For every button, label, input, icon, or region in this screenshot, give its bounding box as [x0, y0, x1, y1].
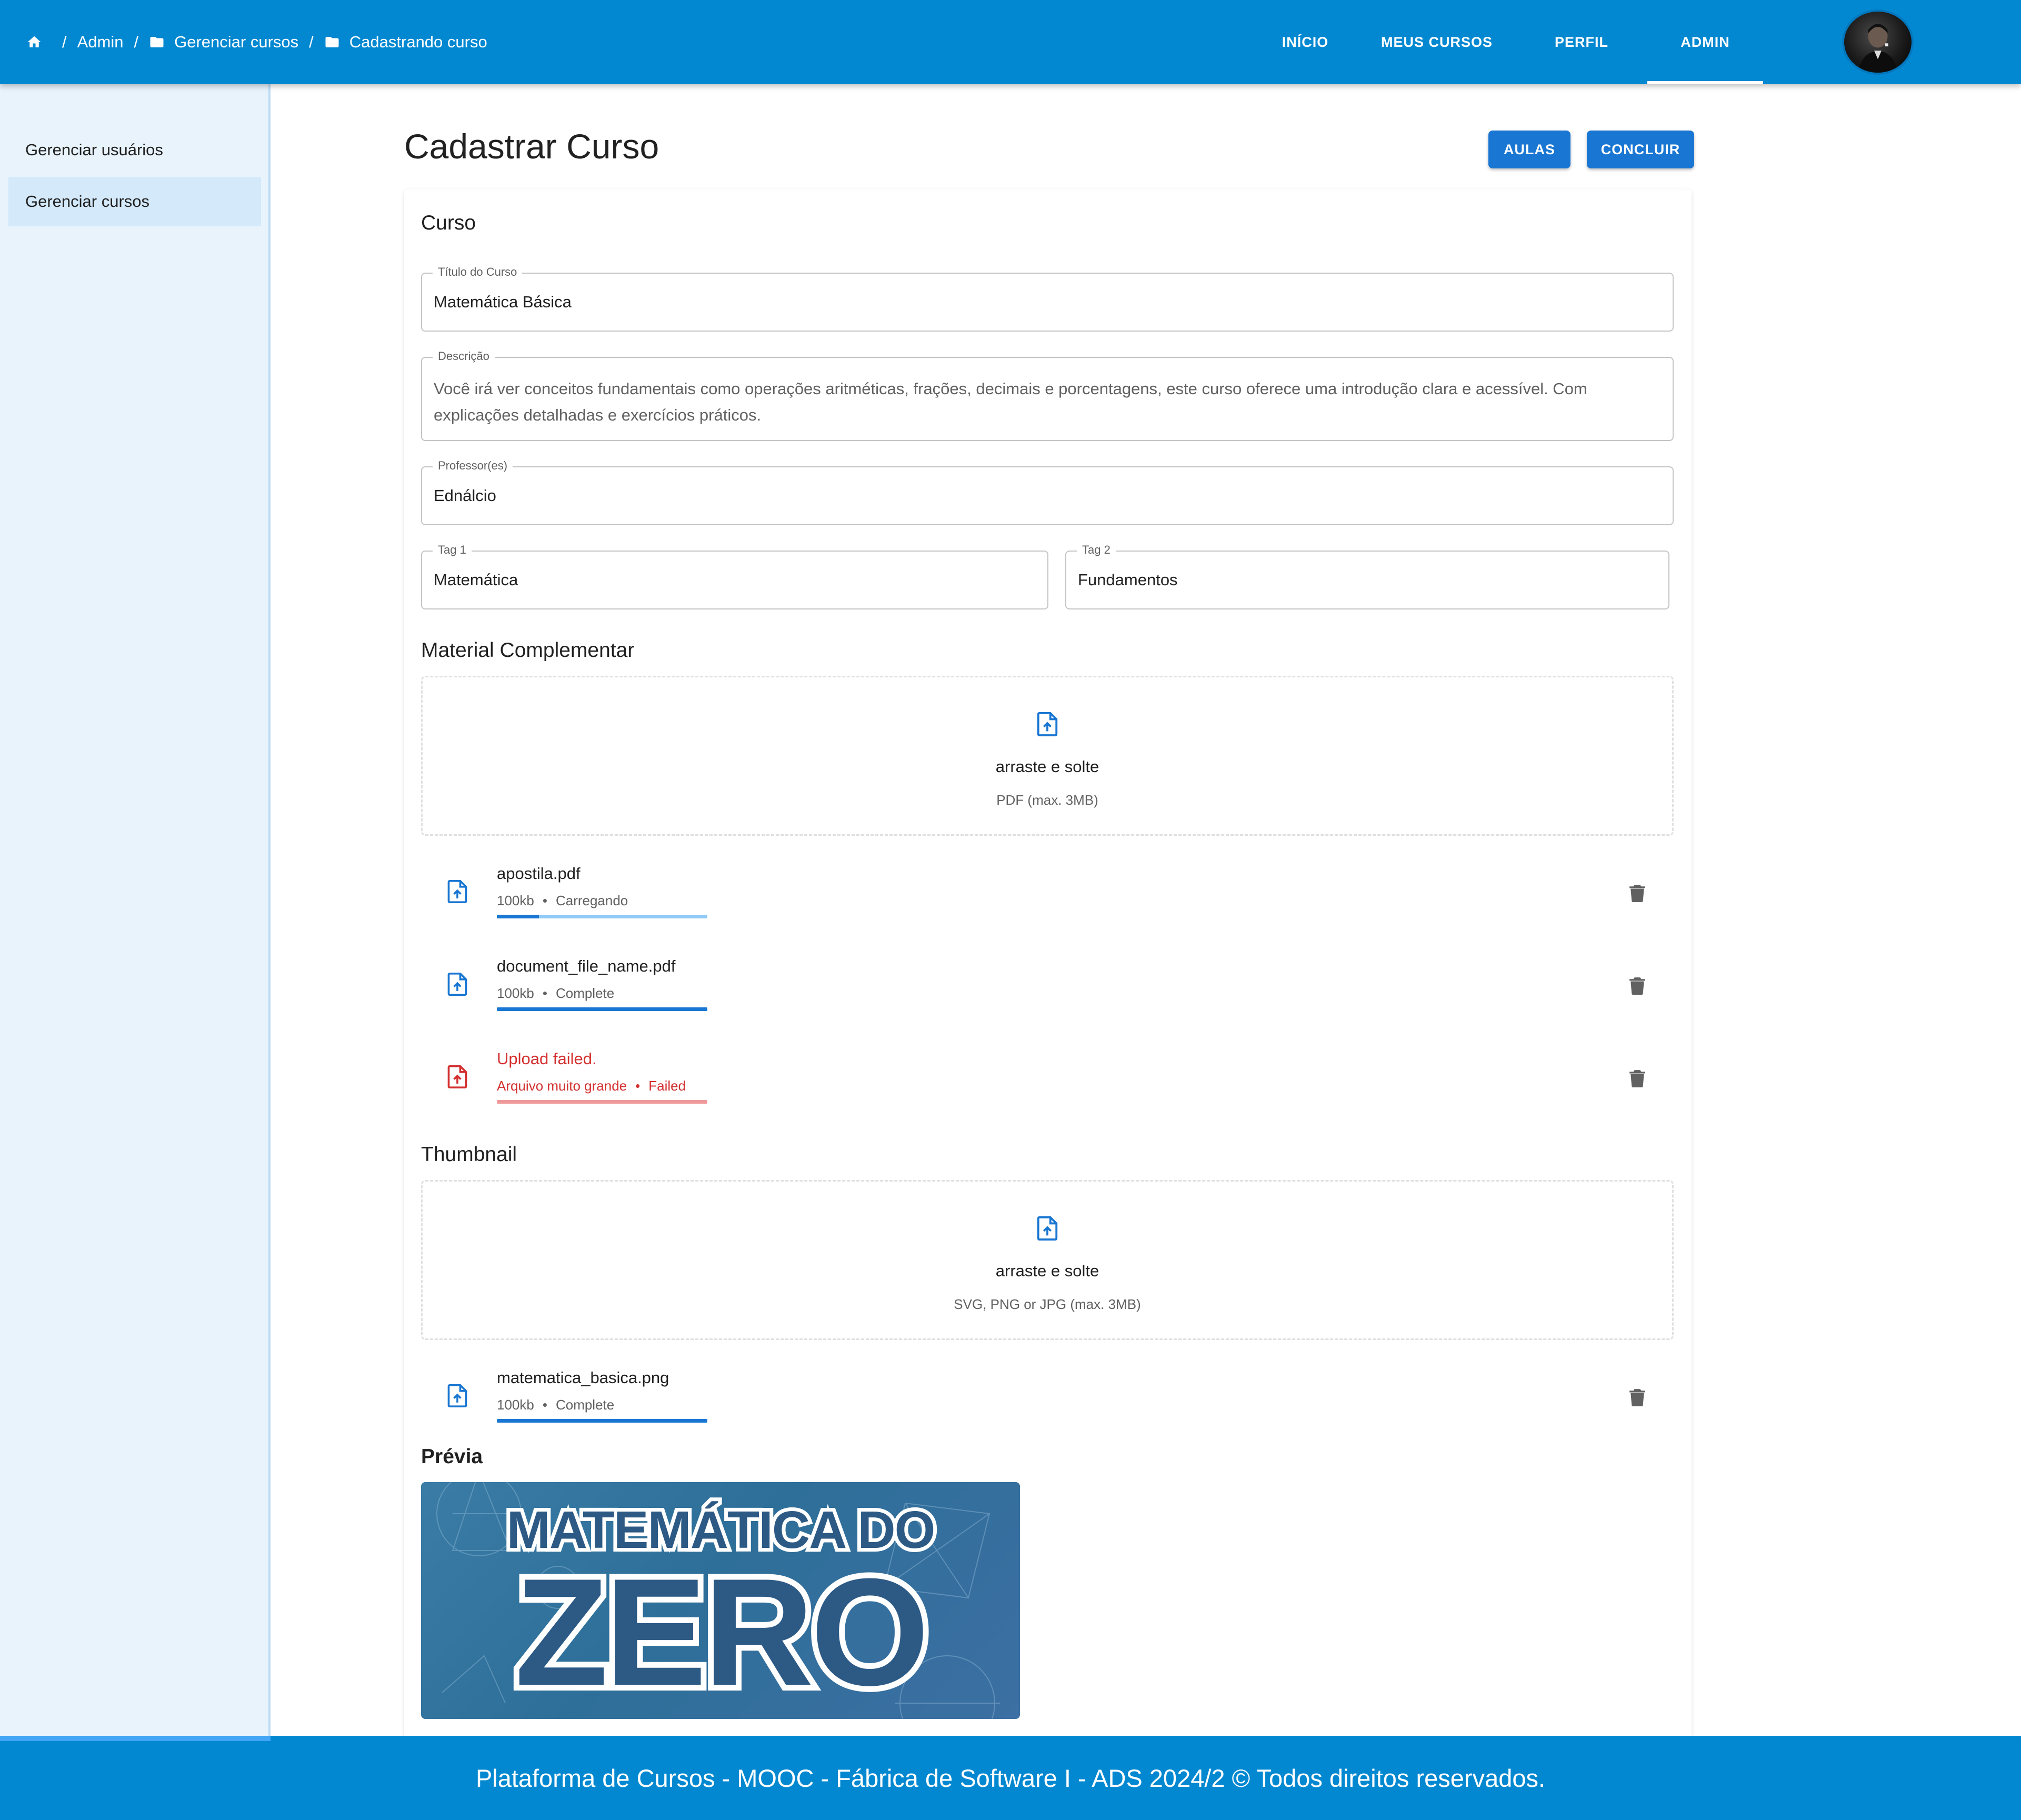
file-name: apostila.pdf: [497, 864, 581, 883]
progress-bar: [497, 1007, 707, 1011]
progress-fill: [497, 1419, 707, 1423]
tag1-value: Matemática: [434, 571, 518, 589]
folder-icon: [150, 37, 164, 47]
file-meta: 100kb • Complete: [497, 1397, 615, 1413]
avatar[interactable]: [1842, 9, 1914, 75]
aulas-button[interactable]: AULAS: [1488, 131, 1570, 168]
file-size: 100kb: [497, 985, 534, 1001]
breadcrumb-separator: /: [134, 33, 139, 51]
file-size: Arquivo muito grande: [497, 1078, 627, 1094]
file-name: matematica_basica.png: [497, 1368, 669, 1387]
tag1-field[interactable]: Tag 1 Matemática: [421, 543, 1048, 609]
delete-icon[interactable]: [1629, 977, 1645, 995]
thumbnail-preview-image: MATEMÁTICA DO ZERO: [421, 1482, 1020, 1719]
breadcrumb-cadastrando-curso[interactable]: Cadastrando curso: [324, 33, 487, 52]
breadcrumb-label: Cadastrando curso: [349, 33, 487, 51]
breadcrumb-separator: /: [62, 33, 67, 51]
titulo-value: Matemática Básica: [434, 293, 572, 311]
descricao-value: Você irá ver conceitos fundamentais como…: [434, 379, 1587, 424]
preview-artwork: MATEMÁTICA DO ZERO: [436, 1482, 1000, 1719]
sidebar-item-gerenciar-cursos[interactable]: Gerenciar cursos: [8, 177, 261, 226]
section-title-previa: Prévia: [421, 1445, 483, 1468]
file-meta: 100kb • Carregando: [497, 893, 628, 908]
top-app-bar: / Admin / Gerenciar cursos / Cadastrando…: [0, 0, 2021, 84]
preview-line2: ZERO: [515, 1547, 926, 1717]
file-size: 100kb: [497, 1397, 534, 1413]
upload-file-error-icon: [447, 1065, 467, 1088]
upload-file-icon: [447, 973, 467, 996]
upload-file-icon: [447, 1384, 467, 1407]
dropzone-sub-text: PDF (max. 3MB): [996, 792, 1098, 808]
progress-fill: [497, 915, 539, 918]
descricao-field[interactable]: Descrição Você irá ver conceitos fundame…: [421, 349, 1674, 441]
page-title: Cadastrar Curso: [404, 127, 659, 166]
breadcrumb-gerenciar-cursos[interactable]: Gerenciar cursos: [149, 33, 298, 52]
breadcrumb-home[interactable]: [26, 34, 52, 50]
section-title-curso: Curso: [421, 212, 476, 234]
delete-icon[interactable]: [1629, 1388, 1645, 1406]
footer-text: Plataforma de Cursos - MOOC - Fábrica de…: [475, 1764, 1546, 1792]
main-nav: INÍCIO MEUS CURSOS PERFIL ADMIN: [1253, 0, 1763, 84]
folder-icon: [325, 37, 339, 47]
progress-fill: [497, 1100, 707, 1104]
dropzone-main-text: arraste e solte: [995, 1262, 1099, 1280]
tag2-field[interactable]: Tag 2 Fundamentos: [1065, 543, 1669, 609]
progress-bar: [497, 1100, 707, 1104]
delete-icon[interactable]: [1629, 884, 1645, 902]
sidebar: Gerenciar usuários Gerenciar cursos: [0, 84, 271, 1737]
thumbnail-dropzone[interactable]: arraste e solte SVG, PNG or JPG (max. 3M…: [421, 1180, 1674, 1340]
file-meta: 100kb • Complete: [497, 985, 615, 1001]
nav-meus-cursos[interactable]: MEUS CURSOS: [1358, 0, 1516, 84]
nav-admin[interactable]: ADMIN: [1647, 0, 1763, 84]
file-row: document_file_name.pdf 100kb • Complete: [421, 946, 1684, 1020]
home-icon: [27, 36, 41, 47]
footer: Plataforma de Cursos - MOOC - Fábrica de…: [0, 1736, 2021, 1820]
nav-perfil[interactable]: PERFIL: [1516, 0, 1647, 84]
progress-fill: [497, 1007, 707, 1011]
professor-value: Ednálcio: [434, 486, 496, 505]
nav-inicio[interactable]: INÍCIO: [1253, 0, 1358, 84]
sidebar-item-label: Gerenciar cursos: [25, 192, 150, 211]
breadcrumb-admin[interactable]: Admin: [77, 33, 124, 52]
sidebar-item-gerenciar-usuarios[interactable]: Gerenciar usuários: [8, 125, 261, 175]
upload-file-icon: [1037, 1216, 1058, 1241]
breadcrumb: / Admin / Gerenciar cursos / Cadastrando…: [26, 0, 487, 84]
breadcrumb-label: Admin: [77, 33, 124, 51]
section-title-material: Material Complementar: [421, 639, 635, 662]
progress-bar: [497, 1419, 707, 1423]
nav-label: PERFIL: [1554, 34, 1608, 50]
file-name: document_file_name.pdf: [497, 957, 676, 975]
titulo-field[interactable]: Título do Curso Matemática Básica: [421, 265, 1674, 332]
file-meta: Arquivo muito grande • Failed: [497, 1078, 686, 1094]
progress-bar: [497, 915, 707, 918]
file-status: Complete: [555, 1397, 615, 1413]
file-size: 100kb: [497, 893, 534, 908]
file-status: Carregando: [555, 893, 628, 908]
file-status: Complete: [555, 985, 615, 1001]
section-title-thumbnail: Thumbnail: [421, 1143, 517, 1166]
file-status: Failed: [648, 1078, 686, 1094]
nav-label: MEUS CURSOS: [1380, 34, 1493, 50]
breadcrumb-label: Gerenciar cursos: [174, 33, 299, 51]
dropzone-sub-text: SVG, PNG or JPG (max. 3MB): [954, 1296, 1141, 1312]
tag2-value: Fundamentos: [1078, 571, 1178, 589]
professor-field[interactable]: Professor(es) Ednálcio: [421, 459, 1674, 525]
nav-label: ADMIN: [1680, 34, 1730, 50]
sidebar-footer-accent: [0, 1736, 271, 1741]
dropzone-main-text: arraste e solte: [995, 757, 1099, 776]
user-photo-icon: [1858, 24, 1898, 73]
concluir-button[interactable]: CONCLUIR: [1587, 131, 1694, 168]
nav-label: INÍCIO: [1282, 34, 1329, 50]
file-row-error: Upload failed. Arquivo muito grande • Fail…: [421, 1039, 1684, 1113]
material-dropzone[interactable]: arraste e solte PDF (max. 3MB): [421, 676, 1674, 836]
upload-file-icon: [1037, 712, 1058, 736]
upload-file-icon: [447, 880, 467, 903]
file-row: apostila.pdf 100kb • Carregando: [421, 854, 1684, 927]
file-name: Upload failed.: [497, 1049, 597, 1068]
file-row: matematica_basica.png 100kb • Complete: [421, 1358, 1684, 1432]
sidebar-item-label: Gerenciar usuários: [25, 141, 163, 159]
breadcrumb-separator: /: [309, 33, 314, 51]
delete-icon[interactable]: [1629, 1069, 1645, 1087]
